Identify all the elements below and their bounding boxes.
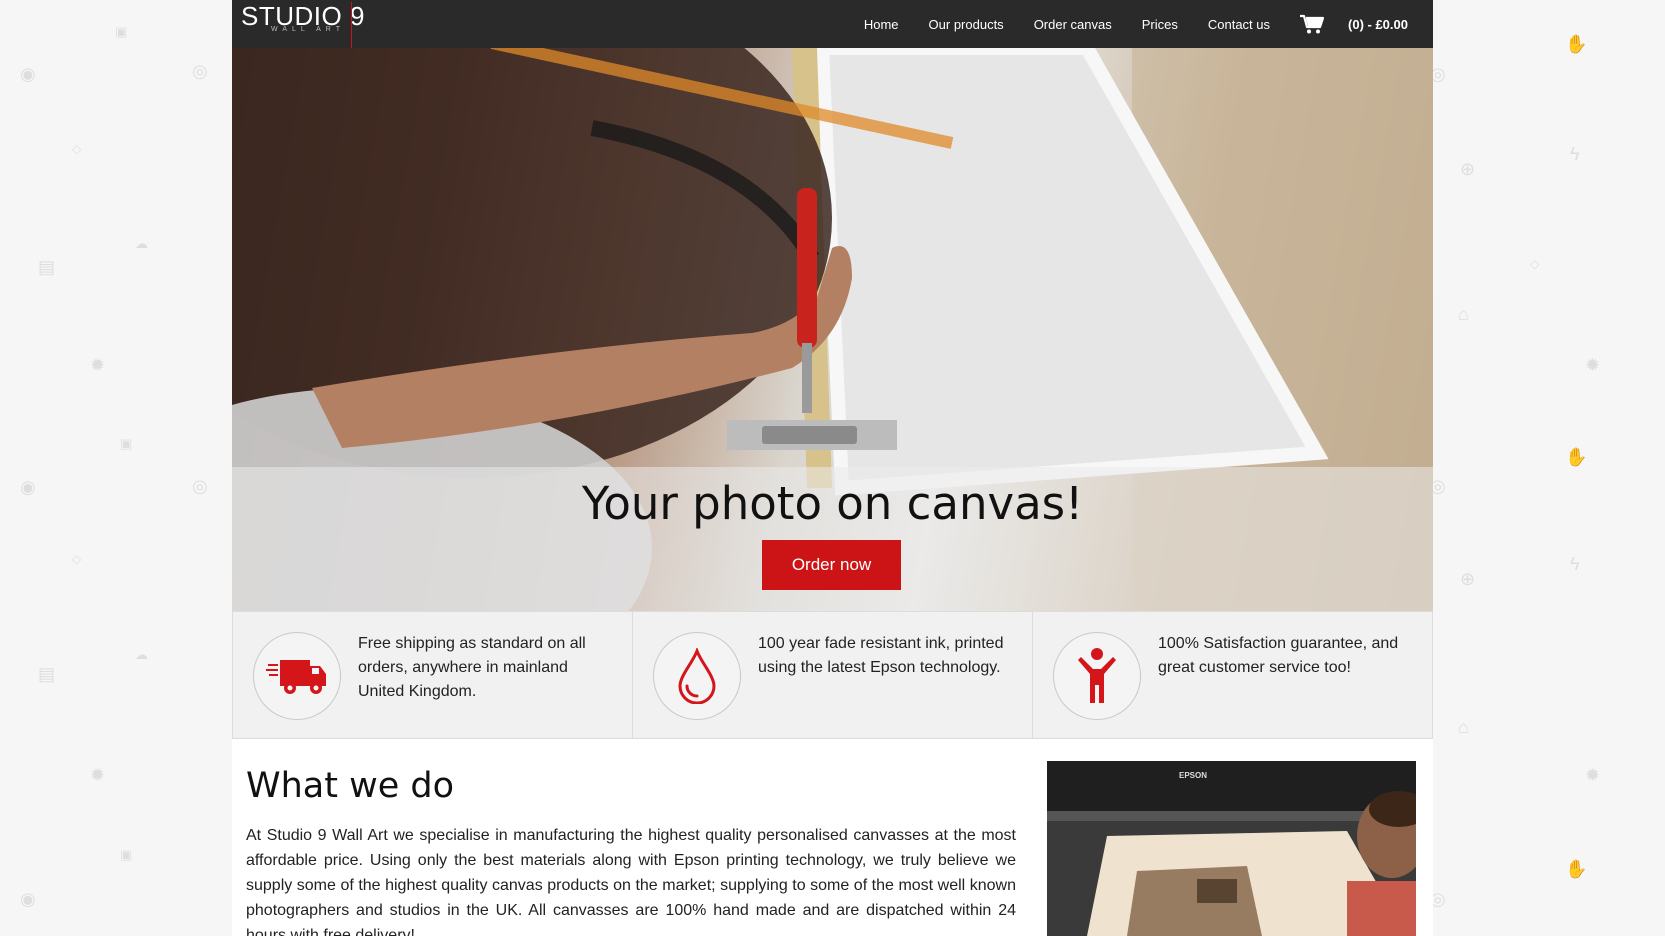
feature-icon-circle xyxy=(653,632,741,720)
navbar: STUDIO 9 WALL ART Home Our products Orde… xyxy=(232,0,1433,49)
feature-ink: 100 year fade resistant ink, printed usi… xyxy=(633,611,1033,739)
nav-order-canvas[interactable]: Order canvas xyxy=(1034,17,1112,32)
hero-banner: Your photo on canvas! Order now xyxy=(232,48,1433,611)
cloud-icon: ☁ xyxy=(135,236,148,251)
diamond-icon: ◇ xyxy=(72,142,82,156)
home-icon: ⌂ xyxy=(1458,717,1469,737)
film-icon: ▤ xyxy=(38,664,56,684)
hand-icon: ✋ xyxy=(1565,34,1588,54)
sun-icon: ✹ xyxy=(1585,765,1601,785)
sun-icon: ✹ xyxy=(90,765,106,785)
feature-satisfaction: 100% Satisfaction guarantee, and great c… xyxy=(1033,611,1433,739)
home-icon: ⌂ xyxy=(1458,304,1469,324)
what-we-do-text: At Studio 9 Wall Art we specialise in ma… xyxy=(246,827,1016,936)
feature-text: 100 year fade resistant ink, printed usi… xyxy=(758,635,1004,676)
order-now-button[interactable]: Order now xyxy=(762,540,901,590)
nav-our-products[interactable]: Our products xyxy=(929,17,1004,32)
hand-icon: ✋ xyxy=(1565,447,1588,467)
cart-summary[interactable]: (0) - £0.00 xyxy=(1300,14,1408,34)
nav-menu: Home Our products Order canvas Prices Co… xyxy=(864,0,1433,48)
eye-icon: ◉ xyxy=(20,64,36,84)
feature-text: Free shipping as standard on all orders,… xyxy=(358,635,586,700)
diamond-icon: ◇ xyxy=(72,552,82,566)
sun-icon: ✹ xyxy=(90,355,106,375)
camera-icon: ◎ xyxy=(192,61,208,81)
nav-contact-us[interactable]: Contact us xyxy=(1208,17,1270,32)
cart-icon xyxy=(1300,14,1325,34)
hero-title: Your photo on canvas! xyxy=(581,477,1084,530)
truck-icon xyxy=(266,660,326,694)
printer-scene xyxy=(1047,761,1416,936)
feature-icon-circle xyxy=(253,632,341,720)
nav-prices[interactable]: Prices xyxy=(1142,17,1178,32)
feature-text: 100% Satisfaction guarantee, and great c… xyxy=(1158,635,1399,676)
diamond-icon: ◇ xyxy=(1530,257,1540,271)
square-icon: ▣ xyxy=(115,24,128,39)
eye-icon: ◉ xyxy=(20,477,36,497)
lightning-icon: ϟ xyxy=(1570,144,1580,164)
ink-drop-icon xyxy=(678,648,716,704)
cloud-icon: ☁ xyxy=(135,647,148,662)
page-container: STUDIO 9 WALL ART Home Our products Orde… xyxy=(232,0,1433,936)
square-icon: ▣ xyxy=(120,847,133,862)
logo[interactable]: STUDIO 9 WALL ART xyxy=(241,0,371,48)
sun-icon: ✹ xyxy=(1585,355,1601,375)
feature-free-shipping: Free shipping as standard on all orders,… xyxy=(232,611,633,739)
square-icon: ▣ xyxy=(120,436,133,451)
logo-subtitle: WALL ART xyxy=(271,26,345,33)
printer-brand-label: EPSON xyxy=(1179,771,1208,780)
globe-icon: ⊕ xyxy=(1460,159,1476,179)
nav-home[interactable]: Home xyxy=(864,17,899,32)
printer-photo: EPSON xyxy=(1047,761,1416,936)
person-icon xyxy=(1078,648,1116,703)
logo-divider xyxy=(351,2,352,48)
globe-icon: ⊕ xyxy=(1460,569,1476,589)
camera-icon: ◎ xyxy=(192,476,208,496)
what-we-do-heading: What we do xyxy=(246,766,455,806)
lightning-icon: ϟ xyxy=(1570,554,1580,574)
eye-icon: ◉ xyxy=(20,889,36,909)
hand-icon: ✋ xyxy=(1565,859,1588,879)
film-icon: ▤ xyxy=(38,257,56,277)
features-row: Free shipping as standard on all orders,… xyxy=(232,611,1433,741)
cart-total: (0) - £0.00 xyxy=(1348,16,1408,32)
feature-icon-circle xyxy=(1053,632,1141,720)
